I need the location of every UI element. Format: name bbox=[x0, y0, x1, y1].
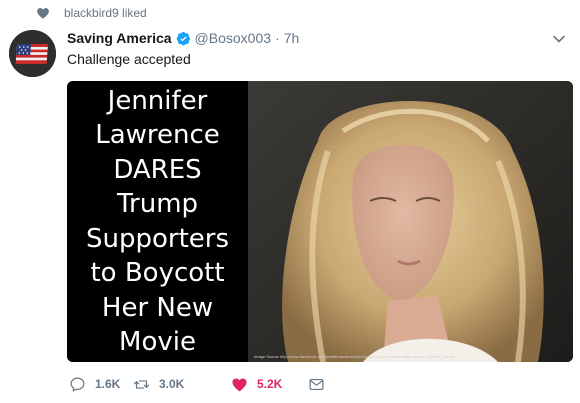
verified-badge-icon bbox=[176, 31, 191, 46]
media-headline-panel: Jennifer Lawrence DARES Trump Supporters… bbox=[67, 81, 248, 362]
tweet-actions: 1.6K 3.0K 5.2K bbox=[67, 373, 367, 395]
more-options-button[interactable] bbox=[551, 31, 567, 47]
photo-credit: Image Source http://www.facebook.com/jen… bbox=[254, 354, 455, 359]
heart-filled-icon bbox=[232, 378, 247, 391]
author-display-name[interactable]: Saving America bbox=[67, 30, 172, 46]
tweet-header: Saving America @Bosox003 · 7h bbox=[67, 28, 299, 48]
like-button[interactable]: 5.2K bbox=[231, 373, 282, 395]
reply-button[interactable]: 1.6K bbox=[69, 373, 120, 395]
tweet-media[interactable]: Jennifer Lawrence DARES Trump Supporters… bbox=[67, 81, 573, 362]
media-headline: Jennifer Lawrence DARES Trump Supporters… bbox=[85, 85, 229, 358]
retweet-button[interactable]: 3.0K bbox=[133, 373, 184, 395]
retweet-icon bbox=[133, 379, 150, 389]
author-handle[interactable]: @Bosox003 bbox=[195, 30, 271, 46]
envelope-icon bbox=[309, 378, 324, 390]
tweet-text: Challenge accepted bbox=[67, 51, 191, 67]
direct-message-button[interactable] bbox=[308, 373, 325, 395]
media-photo bbox=[248, 81, 573, 362]
reply-count: 1.6K bbox=[95, 377, 121, 391]
avatar[interactable] bbox=[9, 30, 56, 77]
social-context-label[interactable]: blackbird9 liked bbox=[64, 6, 147, 20]
chevron-down-icon bbox=[553, 35, 565, 43]
heart-icon bbox=[36, 6, 50, 20]
tweet-timestamp[interactable]: 7h bbox=[284, 30, 300, 46]
separator-dot: · bbox=[275, 30, 280, 46]
reply-icon bbox=[70, 377, 85, 391]
social-context: blackbird9 liked bbox=[36, 4, 147, 22]
like-count: 5.2K bbox=[257, 377, 283, 391]
retweet-count: 3.0K bbox=[159, 377, 185, 391]
